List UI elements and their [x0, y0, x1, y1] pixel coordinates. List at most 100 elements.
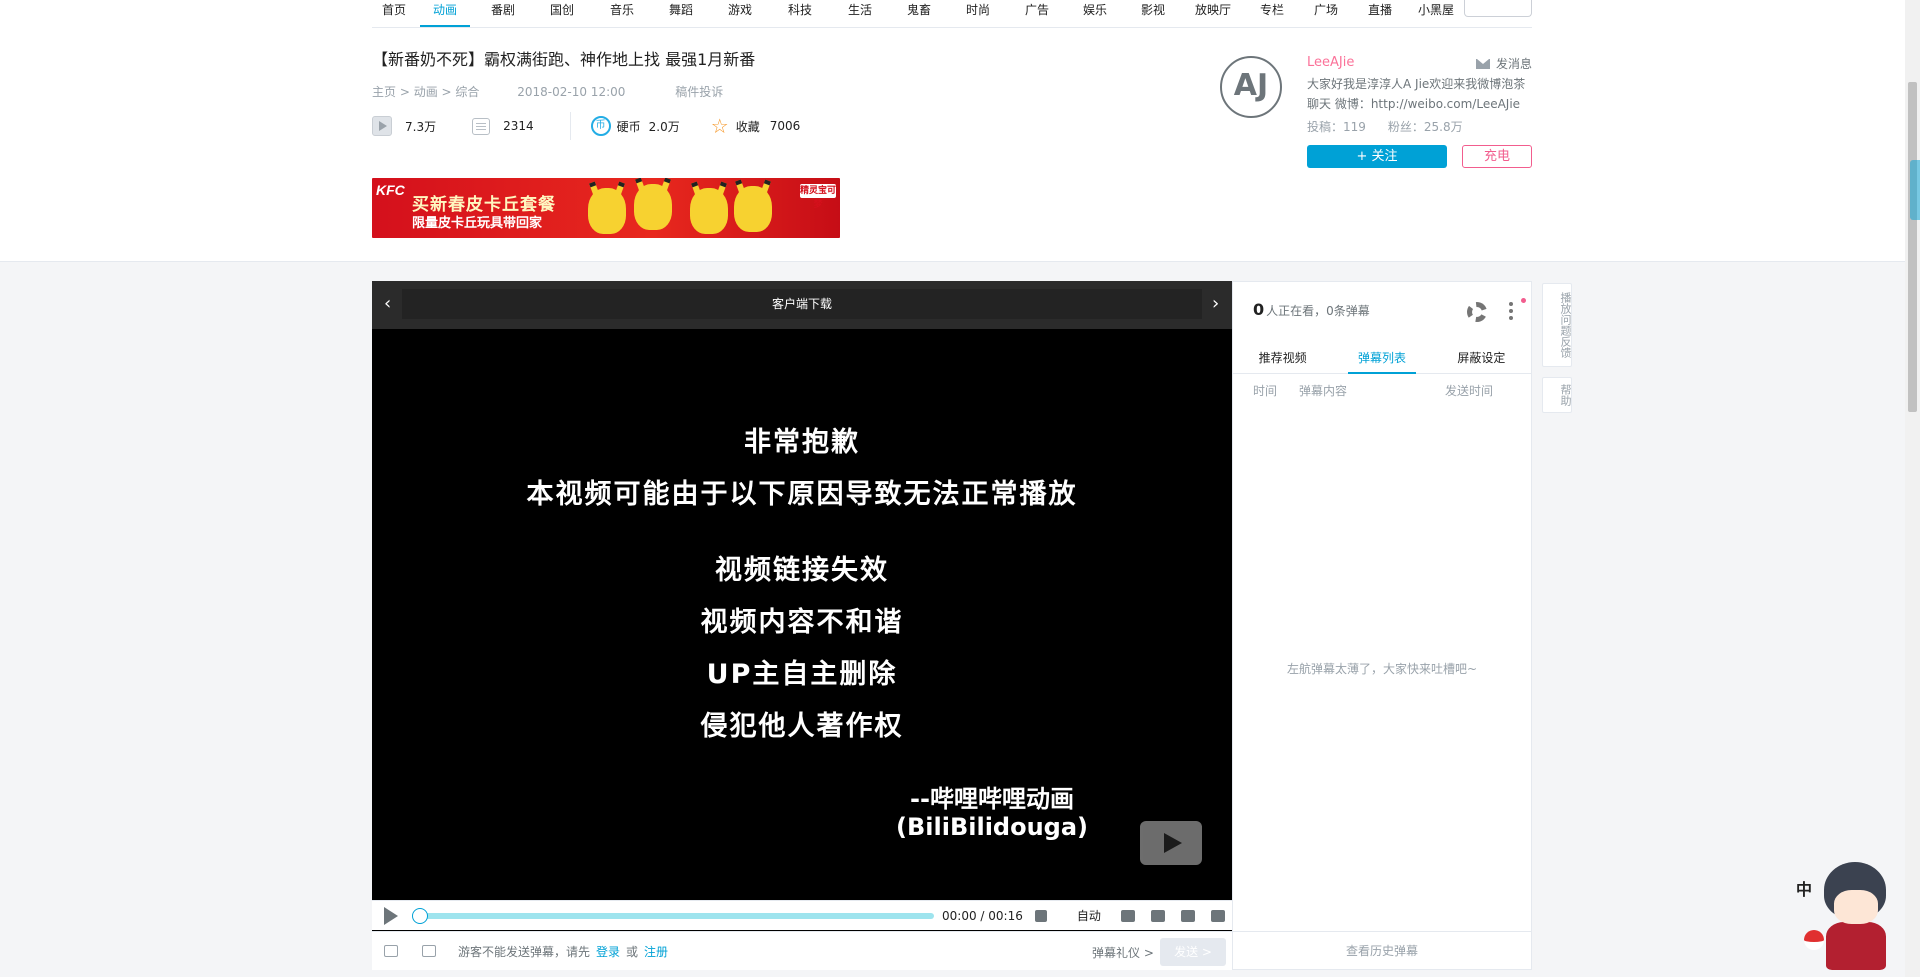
uploader-description: 大家好我是淳淳人A Jie欢迎来我微博泡茶聊天 微博：http://weibo.…: [1307, 77, 1526, 111]
ad-subline: 限量皮卡丘玩具带回家: [412, 216, 543, 231]
nav-item[interactable]: 直播: [1352, 0, 1408, 26]
nav-item[interactable]: 科技: [770, 0, 830, 26]
pikachu-image: [588, 188, 626, 234]
post-count: 投稿：119: [1307, 120, 1366, 134]
nav-item[interactable]: 时尚: [948, 0, 1008, 26]
category-nav: 首页 动画 番剧 国创 音乐 舞蹈 游戏 科技 生活 鬼畜 时尚 广告 娱乐 影视 放映厅 专栏 广场 直播 小黑屋: [372, 0, 1532, 28]
nav-item[interactable]: 动画: [416, 0, 474, 27]
video-canvas[interactable]: 非常抱歉 本视频可能由于以下原因导致无法正常播放 视频链接失效 视频内容不和谐 …: [372, 329, 1232, 899]
col-time[interactable]: 时间: [1253, 382, 1277, 399]
video-player[interactable]: ‹ 客户端下载 › 非常抱歉 本视频可能由于以下原因导致无法正常播放 视频链接失…: [372, 281, 1232, 970]
danmaku-toggle-icon[interactable]: [1120, 909, 1135, 922]
loop-icon[interactable]: [1150, 909, 1165, 922]
mascot-body: [1826, 922, 1886, 970]
breadcrumb-home[interactable]: 主页: [372, 85, 396, 99]
ad-banner[interactable]: KFC 买新春皮卡丘套餐 限量皮卡丘玩具带回家 精灵宝可梦: [372, 178, 840, 238]
charge-button[interactable]: 充电: [1462, 145, 1532, 168]
login-link[interactable]: 登录: [596, 945, 620, 959]
nav-item[interactable]: 国创: [532, 0, 592, 26]
nav-item[interactable]: 放映厅: [1182, 0, 1244, 26]
breadcrumb-anime[interactable]: 动画: [414, 85, 438, 99]
tv-mode-icon[interactable]: [1180, 909, 1195, 922]
nav-item[interactable]: 游戏: [710, 0, 770, 26]
tab-block-settings[interactable]: 屏蔽设定: [1432, 342, 1531, 373]
danmaku-count: 2314: [472, 117, 534, 135]
bilibili-signature: --哔哩哔哩动画 (BiliBilidouga): [896, 785, 1089, 841]
history-danmaku-button[interactable]: 查看历史弹幕: [1233, 931, 1531, 969]
side-tab-handle[interactable]: [1910, 160, 1920, 220]
time-display: 00:00 / 00:16: [942, 908, 1023, 923]
follow-button[interactable]: + 关注: [1307, 145, 1447, 168]
coin-button[interactable]: 币 硬币 2.0万: [590, 116, 680, 136]
register-link[interactable]: 注册: [644, 945, 668, 959]
empty-message: 左航弹幕太薄了，大家快来吐槽吧~: [1286, 662, 1478, 676]
nav-item[interactable]: 娱乐: [1066, 0, 1124, 26]
send-message-button[interactable]: 发消息: [1476, 55, 1532, 72]
quality-select[interactable]: 自动: [1077, 907, 1101, 924]
view-count: 7.3万: [372, 116, 436, 136]
player-controls: 00:00 / 00:16 自动: [372, 900, 1232, 930]
kfc-logo: KFC: [376, 182, 405, 198]
danmaku-icon: [472, 117, 491, 135]
prev-arrow-icon[interactable]: ‹: [384, 293, 391, 314]
uploader-name[interactable]: LeeAJie: [1307, 55, 1354, 70]
col-content[interactable]: 弹幕内容: [1299, 382, 1347, 399]
nav-item[interactable]: 生活: [830, 0, 890, 26]
nav-item[interactable]: 广告: [1008, 0, 1066, 26]
danmaku-notice: 游客不能发送弹幕，请先 登录或注册: [458, 944, 669, 959]
nav-item[interactable]: 番剧: [474, 0, 532, 26]
video-stats: 7.3万 2314 币 硬币 2.0万 ☆ 收藏 7006: [372, 112, 801, 140]
nav-item[interactable]: 影视: [1124, 0, 1182, 26]
uploader-avatar[interactable]: AJ: [1220, 56, 1282, 118]
danmaku-mode-icon[interactable]: [422, 945, 436, 957]
pikachu-image: [690, 188, 728, 234]
player-top-bar: ‹ 客户端下载 ›: [372, 281, 1232, 329]
col-send-time[interactable]: 发送时间: [1445, 382, 1493, 399]
nav-item[interactable]: 专栏: [1244, 0, 1300, 26]
mascot-widget[interactable]: 中: [1796, 858, 1904, 974]
video-title: 【新番奶不死】霸权满街跑、神作地上找 最强1月新番: [372, 50, 756, 69]
star-icon: ☆: [710, 114, 729, 138]
danmaku-panel: 0 人正在看，0条弹幕 推荐视频 弹幕列表 屏蔽设定 时间 弹幕内容 发送时间 …: [1232, 281, 1532, 970]
nav-item[interactable]: 音乐: [592, 0, 652, 26]
gear-icon[interactable]: [1467, 302, 1487, 322]
report-link[interactable]: 稿件投诉: [675, 85, 723, 99]
settings-icon[interactable]: [1210, 909, 1225, 922]
tab-recommended[interactable]: 推荐视频: [1233, 342, 1332, 373]
coin-icon: 币: [590, 116, 611, 136]
nav-item[interactable]: 舞蹈: [652, 0, 710, 26]
danmaku-etiquette-link[interactable]: 弹幕礼仪 >: [1092, 944, 1154, 961]
mail-icon: [1476, 58, 1490, 69]
volume-icon[interactable]: [1034, 909, 1047, 922]
next-arrow-icon[interactable]: ›: [1212, 293, 1219, 314]
search-box[interactable]: [1464, 0, 1532, 17]
page-scrollbar[interactable]: [1905, 0, 1920, 977]
feedback-button[interactable]: 播放问题反馈: [1542, 283, 1572, 367]
uploader-counts: 投稿：119 粉丝：25.8万: [1307, 118, 1463, 135]
play-icon[interactable]: [384, 906, 398, 925]
danmaku-bar: 游客不能发送弹幕，请先 登录或注册 弹幕礼仪 > 发送 >: [372, 931, 1232, 970]
progress-bar[interactable]: [412, 907, 934, 924]
send-danmaku-button[interactable]: 发送 >: [1160, 938, 1226, 966]
breadcrumb-general[interactable]: 综合: [455, 85, 479, 99]
bilibili-tv-icon: [1140, 821, 1202, 865]
nav-item[interactable]: 首页: [372, 0, 416, 26]
nav-item[interactable]: 小黑屋: [1408, 0, 1464, 26]
error-message: 非常抱歉 本视频可能由于以下原因导致无法正常播放 视频链接失效 视频内容不和谐 …: [526, 427, 1078, 742]
nav-item[interactable]: 鬼畜: [890, 0, 948, 26]
help-button[interactable]: 帮助: [1542, 377, 1572, 413]
breadcrumb: 主页 > 动画 > 综合 2018-02-10 12:00 稿件投诉: [372, 85, 724, 99]
panel-tabs: 推荐视频 弹幕列表 屏蔽设定: [1233, 342, 1531, 374]
nav-item[interactable]: 广场: [1300, 0, 1352, 26]
danmaku-style-icon[interactable]: [384, 945, 398, 957]
client-download-link[interactable]: 客户端下载: [402, 289, 1202, 319]
more-icon[interactable]: [1509, 302, 1513, 320]
mascot-label: 中: [1796, 880, 1813, 899]
pokemon-logo: 精灵宝可梦: [800, 184, 837, 210]
tab-danmaku-list[interactable]: 弹幕列表: [1332, 342, 1431, 374]
pikachu-image: [634, 184, 672, 230]
publish-date: 2018-02-10 12:00: [517, 85, 626, 99]
watching-info: 0 人正在看，0条弹幕: [1253, 300, 1370, 319]
favorite-button[interactable]: ☆ 收藏 7006: [710, 116, 801, 136]
scroll-thumb[interactable]: [1908, 82, 1917, 412]
